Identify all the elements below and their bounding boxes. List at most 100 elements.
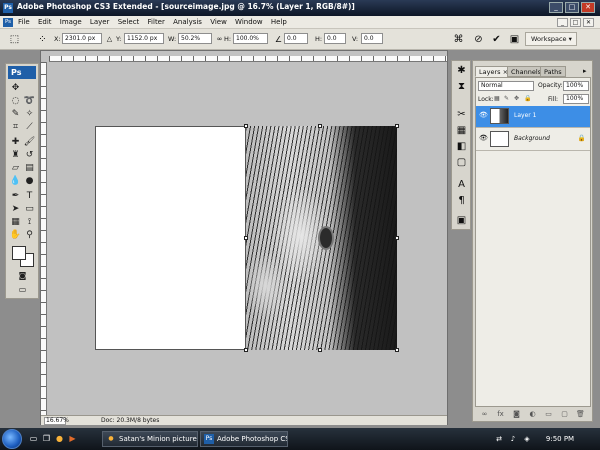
- navigator-icon[interactable]: ✱: [454, 63, 469, 78]
- transform-handle-top-left[interactable]: [244, 124, 248, 128]
- transform-handle-right[interactable]: [395, 236, 399, 240]
- path-select-tool-icon[interactable]: ➤: [9, 203, 22, 215]
- link-layers-icon[interactable]: ∞: [479, 410, 490, 419]
- quick-mask-icon[interactable]: ◙: [16, 270, 29, 282]
- doc-close-button[interactable]: ✕: [583, 18, 594, 27]
- minimize-button[interactable]: _: [549, 2, 563, 13]
- maximize-button[interactable]: □: [565, 2, 579, 13]
- start-button[interactable]: [2, 429, 22, 449]
- lock-transparent-icon[interactable]: ▦: [494, 95, 500, 102]
- menu-analysis[interactable]: Analysis: [173, 18, 202, 26]
- menu-image[interactable]: Image: [60, 18, 82, 26]
- height-field[interactable]: 100.0%: [233, 33, 268, 44]
- angle-field[interactable]: 0.0: [284, 33, 308, 44]
- doc-minimize-button[interactable]: _: [557, 18, 568, 27]
- doc-restore-button[interactable]: □: [570, 18, 581, 27]
- clock[interactable]: 9:50 PM: [540, 433, 580, 445]
- firefox-icon[interactable]: ●: [54, 433, 65, 444]
- transform-handle-bottom-right[interactable]: [395, 348, 399, 352]
- network-icon[interactable]: ⇄: [494, 433, 504, 445]
- marquee-tool-icon[interactable]: ◌: [9, 95, 22, 107]
- lock-image-icon[interactable]: ✎: [504, 95, 509, 102]
- quick-select-tool-icon[interactable]: ✎: [9, 108, 22, 120]
- healing-brush-tool-icon[interactable]: ✚: [9, 136, 22, 148]
- blur-tool-icon[interactable]: 💧: [9, 175, 22, 187]
- layer-style-icon[interactable]: fx: [495, 410, 506, 419]
- warp-icon[interactable]: ⌘: [452, 33, 465, 46]
- history-brush-tool-icon[interactable]: ↺: [23, 149, 36, 161]
- lock-position-icon[interactable]: ✥: [514, 95, 519, 102]
- clone-stamp-tool-icon[interactable]: ♜: [9, 149, 22, 161]
- menu-edit[interactable]: Edit: [38, 18, 52, 26]
- doc-size-info[interactable]: Doc: 20.3M/8 bytes: [101, 417, 159, 425]
- gradient-tool-icon[interactable]: ▤: [23, 162, 36, 174]
- transform-handle-top-right[interactable]: [395, 124, 399, 128]
- hskew-field[interactable]: 0.0: [324, 33, 346, 44]
- slice-tool-icon[interactable]: ⟋: [23, 121, 36, 133]
- magic-wand-tool-icon[interactable]: ✧: [23, 108, 36, 120]
- layer-row-layer-1[interactable]: 👁 Layer 1: [476, 106, 590, 128]
- opacity-field[interactable]: 100%: [563, 81, 589, 91]
- history-icon[interactable]: ⧗: [454, 79, 469, 94]
- x-field[interactable]: 2301.0 px: [62, 33, 102, 44]
- brushes-icon[interactable]: ▦: [454, 123, 469, 138]
- menu-view[interactable]: View: [210, 18, 227, 26]
- transform-handle-bottom[interactable]: [318, 348, 322, 352]
- task-browser[interactable]: ● Satan's Minion picture ...: [102, 431, 198, 447]
- zoom-level-field[interactable]: 16.67%: [44, 417, 69, 425]
- bridge-icon[interactable]: ▣: [508, 33, 521, 46]
- cancel-transform-icon[interactable]: ⊘: [472, 33, 485, 46]
- character-icon[interactable]: A: [454, 177, 469, 192]
- layer-comps-icon[interactable]: ▣: [454, 213, 469, 228]
- dodge-tool-icon[interactable]: ●: [23, 175, 36, 187]
- canvas-background-area[interactable]: [95, 126, 246, 350]
- screen-mode-icon[interactable]: ▭: [16, 284, 29, 296]
- vskew-field[interactable]: 0.0: [361, 33, 383, 44]
- visibility-eye-icon[interactable]: 👁: [479, 134, 488, 143]
- switch-windows-icon[interactable]: ❐: [41, 433, 52, 444]
- tray-app-icon[interactable]: ◈: [522, 433, 532, 445]
- transform-handle-top[interactable]: [318, 124, 322, 128]
- eraser-tool-icon[interactable]: ▱: [9, 162, 22, 174]
- media-icon[interactable]: ▶: [67, 433, 78, 444]
- paragraph-icon[interactable]: ¶: [454, 193, 469, 208]
- new-group-icon[interactable]: ▭: [543, 410, 554, 419]
- clone-source-icon[interactable]: ◧: [454, 139, 469, 154]
- panel-menu-icon[interactable]: ▸: [583, 67, 587, 75]
- type-tool-icon[interactable]: T: [23, 190, 36, 202]
- eyedropper-tool-icon[interactable]: ⟟: [23, 216, 36, 228]
- pen-tool-icon[interactable]: ✒: [9, 190, 22, 202]
- transform-handle-bottom-left[interactable]: [244, 348, 248, 352]
- actions-icon[interactable]: ▢: [454, 155, 469, 170]
- shape-tool-icon[interactable]: ▭: [23, 203, 36, 215]
- width-field[interactable]: 50.2%: [178, 33, 212, 44]
- delete-layer-icon[interactable]: 🗑: [575, 410, 586, 419]
- menu-window[interactable]: Window: [235, 18, 263, 26]
- visibility-eye-icon[interactable]: 👁: [479, 111, 488, 120]
- brush-tool-icon[interactable]: 🖌: [23, 136, 36, 148]
- adjustment-layer-icon[interactable]: ◐: [527, 410, 538, 419]
- foreground-color-swatch[interactable]: [12, 246, 26, 260]
- show-desktop-icon[interactable]: ▭: [28, 433, 39, 444]
- task-photoshop[interactable]: Ps Adobe Photoshop CS3 ...: [200, 431, 288, 447]
- tab-paths[interactable]: Paths: [540, 66, 566, 77]
- workspace-button[interactable]: Workspace ▾: [525, 32, 577, 46]
- volume-icon[interactable]: ♪: [508, 433, 518, 445]
- close-button[interactable]: ✕: [581, 2, 595, 13]
- notes-tool-icon[interactable]: ▦: [9, 216, 22, 228]
- commit-transform-icon[interactable]: ✔: [490, 33, 503, 46]
- relative-position-icon[interactable]: △: [103, 33, 116, 46]
- lasso-tool-icon[interactable]: ➰: [23, 95, 36, 107]
- menu-layer[interactable]: Layer: [90, 18, 110, 26]
- crop-tool-icon[interactable]: ⌗: [9, 121, 22, 133]
- lock-all-icon[interactable]: 🔒: [524, 95, 531, 102]
- menu-filter[interactable]: Filter: [148, 18, 165, 26]
- new-layer-icon[interactable]: ▢: [559, 410, 570, 419]
- move-tool-icon[interactable]: ✥: [9, 82, 22, 94]
- transform-tool-icon[interactable]: ⬚: [8, 33, 21, 46]
- layer-row-background[interactable]: 👁 Background 🔒: [476, 129, 590, 151]
- layer-mask-icon[interactable]: ◙: [511, 410, 522, 419]
- y-field[interactable]: 1152.0 px: [124, 33, 164, 44]
- transform-handle-left[interactable]: [244, 236, 248, 240]
- menu-help[interactable]: Help: [271, 18, 287, 26]
